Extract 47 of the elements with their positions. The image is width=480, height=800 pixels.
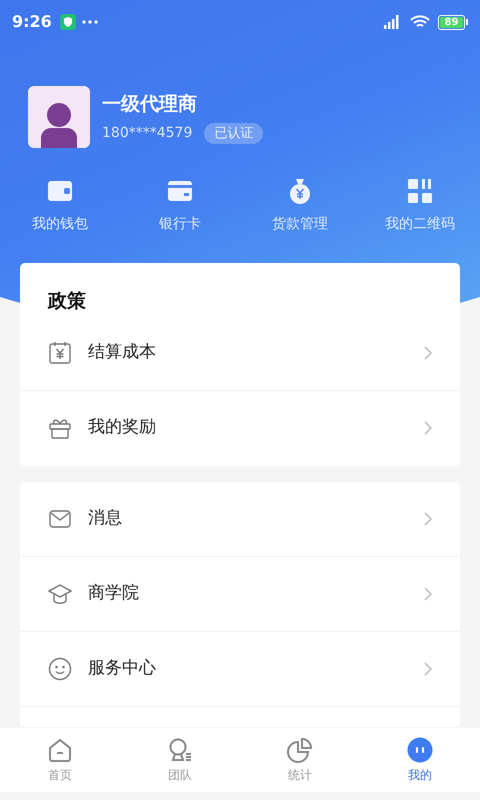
menu-item-label: 我的奖励 [88,416,157,440]
battery-level: 89 [440,16,463,28]
money-bag-icon [288,178,312,204]
shortcut-label: 货款管理 [272,215,328,234]
chevron-right-icon [424,586,432,600]
pie-chart-icon [287,736,313,762]
menu-item-label: 消息 [88,506,123,530]
shortcut-button[interactable]: 我的二维码 [360,178,480,235]
tab[interactable]: 统计 [240,728,360,792]
user-name: 一级代理商 [102,92,198,117]
tab[interactable]: 我的 [360,728,480,792]
verified-badge: 已认证 [204,122,264,144]
graduation-cap-icon [48,582,72,606]
chevron-right-icon [424,421,432,435]
shortcut-button[interactable]: 货款管理 [240,178,360,235]
shortcut-label: 我的二维码 [385,215,455,234]
menu-item[interactable]: 商学院 [20,556,460,632]
menu-item[interactable]: 服务中心 [20,632,460,706]
home-icon [47,736,73,762]
shortcut-button[interactable]: 我的钱包 [0,178,120,235]
menu-item-label: 商学院 [88,582,140,605]
shortcut-label: 银行卡 [159,215,201,234]
bank-card-icon [167,180,193,202]
chevron-right-icon [424,662,432,676]
phone-number: 180****4579 [102,124,192,143]
yen-calendar-icon [48,340,72,364]
tab[interactable]: 团队 [120,728,240,792]
shield-icon [60,14,76,30]
menu-item[interactable]: 我的奖励 [20,390,460,466]
qr-code-icon [408,179,432,203]
profile-tab-icon [407,736,433,762]
wallet-icon [47,180,73,202]
status-time: 9:26 [12,11,52,33]
team-icon [167,736,193,762]
card-title: 政策 [46,289,87,314]
menu-item-label: 服务中心 [88,656,157,680]
chevron-right-icon [424,512,432,526]
more-icon [82,20,98,24]
shortcut-button[interactable]: 银行卡 [120,178,240,235]
menu-item-label: 结算成本 [88,340,157,364]
chevron-right-icon [424,346,432,360]
smiley-icon [48,656,72,680]
person-icon [38,102,80,148]
shortcut-label: 我的钱包 [32,215,88,234]
menu-item[interactable]: 结算成本 [20,316,460,390]
menu-item[interactable]: 消息 [20,482,460,556]
tab[interactable]: 首页 [0,728,120,792]
